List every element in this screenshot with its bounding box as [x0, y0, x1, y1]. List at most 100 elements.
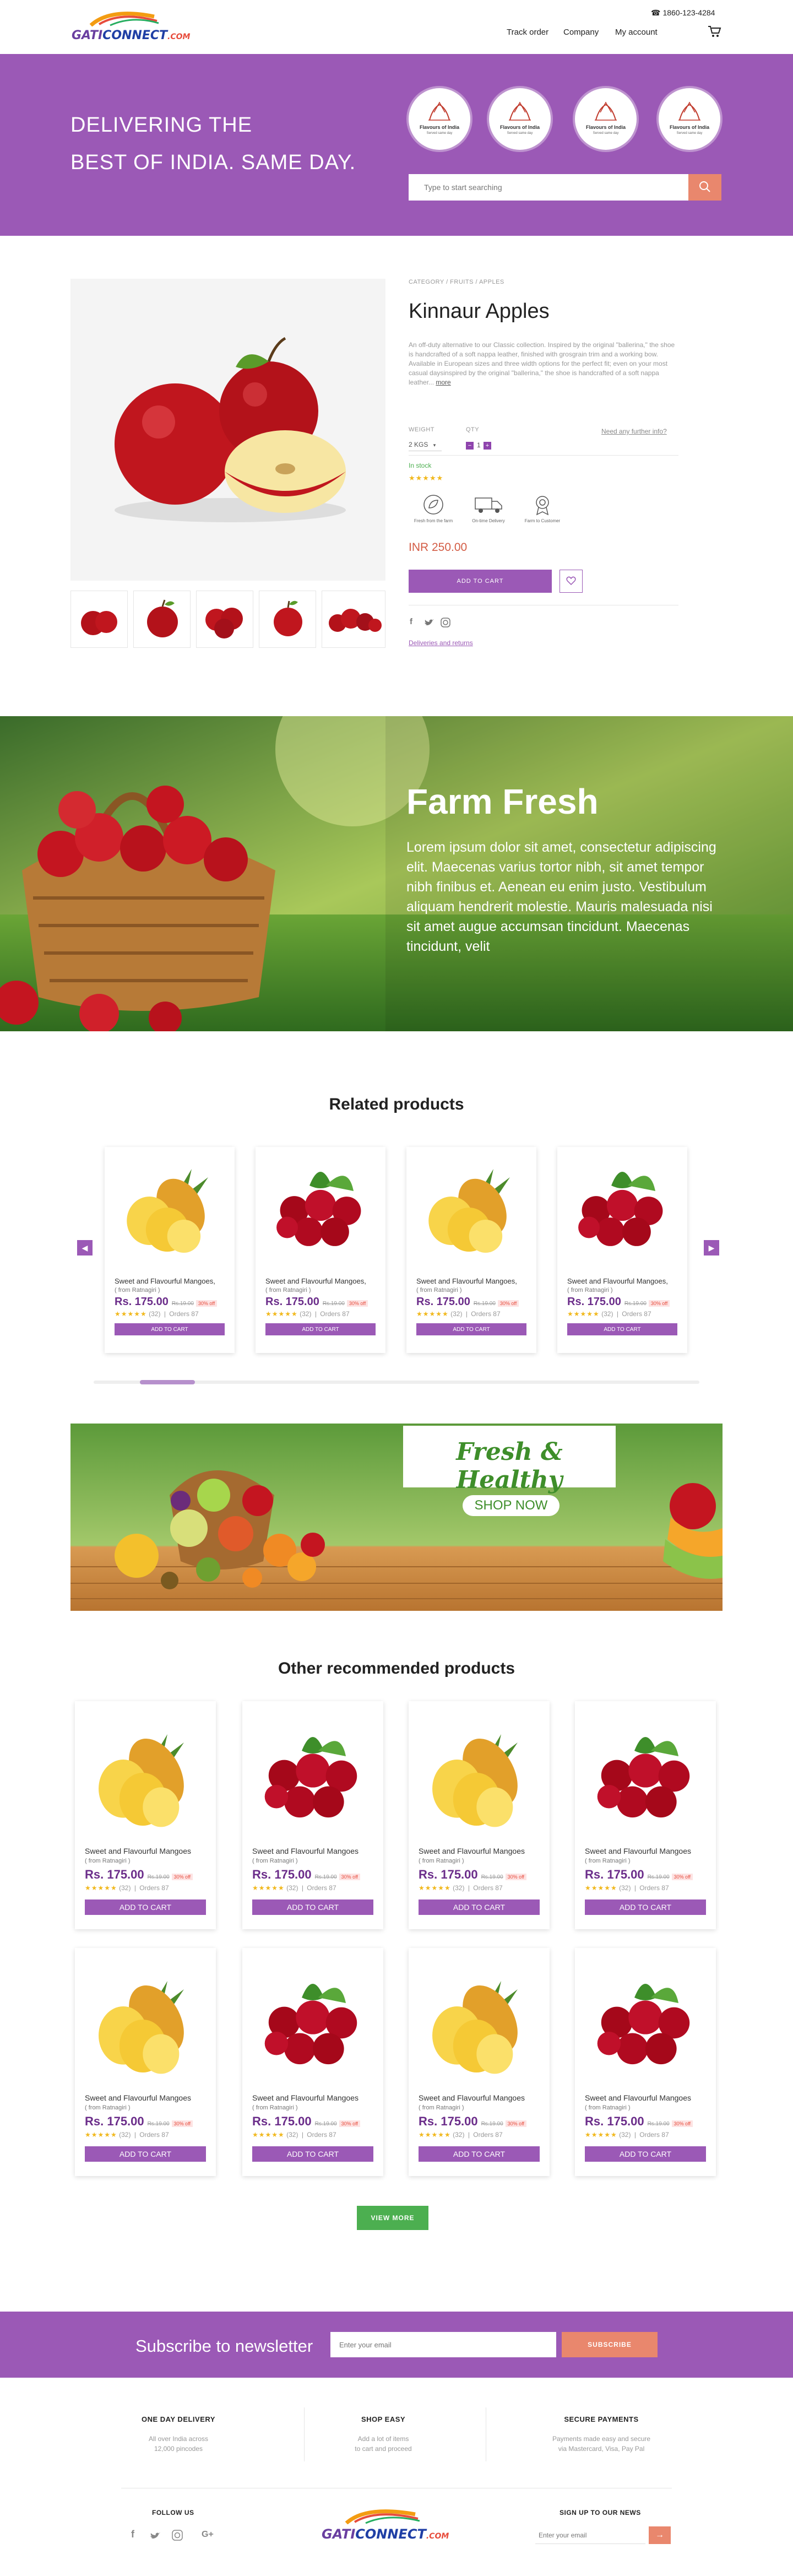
- product-card[interactable]: Sweet and Flavourful Mangoes ( from Ratna…: [75, 1948, 216, 2176]
- card-add-to-cart-button[interactable]: ADD TO CART: [567, 1323, 677, 1335]
- discount-badge: 30% off: [195, 1300, 218, 1307]
- product-card[interactable]: Sweet and Flavourful Mangoes ( from Ratna…: [575, 1948, 716, 2176]
- phone-number[interactable]: ☎ 1860-123-4284: [651, 8, 715, 18]
- product-card[interactable]: Sweet and Flavourful Mangoes ( from Ratna…: [575, 1701, 716, 1929]
- product-thumbnail-3[interactable]: [196, 591, 253, 648]
- product-thumbnail-4[interactable]: [259, 591, 316, 648]
- card-add-to-cart-button[interactable]: ADD TO CART: [85, 2146, 206, 2162]
- product-card-image[interactable]: [80, 1707, 210, 1842]
- thumbnail-apples: [329, 609, 382, 632]
- breadcrumb[interactable]: CATEGORY / FRUITS / APPLES: [409, 279, 504, 285]
- product-card[interactable]: Sweet and Flavourful Mangoes ( from Ratna…: [242, 1948, 383, 2176]
- footer-email-input[interactable]: [535, 2526, 645, 2544]
- nav-company[interactable]: Company: [563, 28, 599, 37]
- further-info-link[interactable]: Need any further info?: [601, 427, 667, 435]
- weight-select[interactable]: 2 KGS ▾: [409, 441, 442, 451]
- product-card-rating: ★★★★★ (32) | Orders 87: [85, 1884, 169, 1892]
- product-card-origin: ( from Ratnagiri ): [419, 2104, 464, 2111]
- product-card[interactable]: Sweet and Flavourful Mangoes ( from Ratna…: [75, 1701, 216, 1929]
- hero-line-2: BEST OF INDIA. SAME DAY.: [70, 151, 356, 174]
- nav-my-account[interactable]: My account: [615, 28, 658, 37]
- read-more-link[interactable]: more: [436, 378, 450, 386]
- card-add-to-cart-button[interactable]: ADD TO CART: [115, 1323, 225, 1335]
- qty-decrease-button[interactable]: −: [466, 442, 474, 450]
- instagram-icon[interactable]: [441, 618, 450, 627]
- footer-logo[interactable]: GATICONNECT.COM: [322, 2508, 449, 2542]
- twitter-icon[interactable]: [424, 618, 434, 627]
- deliveries-returns-link[interactable]: Deliveries and returns: [409, 639, 473, 647]
- cart-icon[interactable]: [707, 25, 721, 38]
- subscribe-button[interactable]: SUBSCRIBE: [562, 2332, 658, 2357]
- wishlist-button[interactable]: [560, 570, 583, 593]
- product-card[interactable]: Sweet and Flavourful Mangoes, ( from Ratn…: [406, 1147, 536, 1353]
- product-card[interactable]: Sweet and Flavourful Mangoes, ( from Ratn…: [105, 1147, 235, 1353]
- product-card[interactable]: Sweet and Flavourful Mangoes ( from Ratna…: [242, 1701, 383, 1929]
- instagram-icon[interactable]: [172, 2530, 183, 2541]
- facebook-icon[interactable]: f: [410, 617, 412, 626]
- card-add-to-cart-button[interactable]: ADD TO CART: [419, 2146, 540, 2162]
- product-card-image[interactable]: [414, 1953, 544, 2088]
- qty-value[interactable]: 1: [477, 441, 481, 449]
- footer-email-submit[interactable]: →: [649, 2526, 671, 2544]
- facebook-icon[interactable]: f: [131, 2529, 134, 2540]
- carousel-scrollbar-thumb[interactable]: [140, 1380, 195, 1384]
- hands-icon: [428, 101, 450, 121]
- review-count: (32): [619, 2131, 631, 2139]
- search-button[interactable]: [688, 174, 721, 201]
- product-card[interactable]: Sweet and Flavourful Mangoes, ( from Ratn…: [256, 1147, 385, 1353]
- product-main-image[interactable]: [70, 279, 385, 581]
- product-card[interactable]: Sweet and Flavourful Mangoes ( from Ratna…: [409, 1948, 550, 2176]
- flavour-badge-1[interactable]: Flavours of India Served same day: [409, 88, 470, 150]
- flavour-badge-4[interactable]: Flavours of India Served same day: [659, 88, 720, 150]
- product-thumbnail-5[interactable]: [322, 591, 385, 648]
- card-add-to-cart-button[interactable]: ADD TO CART: [252, 2146, 373, 2162]
- discount-badge: 30% off: [339, 1874, 361, 1880]
- newsletter-email-input[interactable]: [330, 2332, 556, 2357]
- product-card-image[interactable]: [580, 1953, 710, 2088]
- flavour-badge-3[interactable]: Flavours of India Served same day: [575, 88, 637, 150]
- nav-track-order[interactable]: Track order: [507, 28, 548, 37]
- card-add-to-cart-button[interactable]: ADD TO CART: [585, 2146, 706, 2162]
- carousel-next-arrow[interactable]: ▶: [704, 1240, 719, 1255]
- search-input[interactable]: [409, 174, 688, 201]
- farm-fresh-text: Lorem ipsum dolor sit amet, consectetur …: [406, 840, 716, 954]
- review-count: (32): [453, 1884, 465, 1892]
- shop-now-button[interactable]: SHOP NOW: [463, 1495, 560, 1516]
- card-add-to-cart-button[interactable]: ADD TO CART: [265, 1323, 376, 1335]
- site-logo[interactable]: GATICONNECT.COM: [72, 10, 190, 44]
- review-count: (32): [300, 1310, 312, 1318]
- review-count: (32): [149, 1310, 161, 1318]
- qty-increase-button[interactable]: +: [484, 442, 491, 450]
- card-add-to-cart-button[interactable]: ADD TO CART: [252, 1899, 373, 1915]
- view-more-button[interactable]: VIEW MORE: [357, 2206, 428, 2230]
- card-add-to-cart-button[interactable]: ADD TO CART: [419, 1899, 540, 1915]
- related-products-title: Related products: [329, 1095, 464, 1113]
- flavour-badge-2[interactable]: Flavours of India Served same day: [489, 88, 551, 150]
- newsletter-title: Subscribe to newsletter: [135, 2336, 313, 2356]
- weight-label: WEIGHT: [409, 426, 434, 433]
- product-card-image[interactable]: [412, 1152, 531, 1265]
- card-add-to-cart-button[interactable]: ADD TO CART: [585, 1899, 706, 1915]
- product-card-image[interactable]: [580, 1707, 710, 1842]
- product-card-image[interactable]: [261, 1152, 380, 1265]
- google-plus-icon[interactable]: G+: [202, 2530, 214, 2540]
- carousel-prev-arrow[interactable]: ◀: [77, 1240, 93, 1255]
- pineapple-image: [99, 1734, 184, 1827]
- product-thumbnail-2[interactable]: [133, 591, 191, 648]
- card-add-to-cart-button[interactable]: ADD TO CART: [85, 1899, 206, 1915]
- twitter-icon[interactable]: [150, 2531, 161, 2541]
- product-card[interactable]: Sweet and Flavourful Mangoes, ( from Ratn…: [557, 1147, 687, 1353]
- product-card-image[interactable]: [248, 1953, 378, 2088]
- product-card-image[interactable]: [248, 1707, 378, 1842]
- product-card-price-row: Rs. 175.00 Rs.19.00 30% off: [585, 2114, 693, 2129]
- product-card-image[interactable]: [80, 1953, 210, 2088]
- card-add-to-cart-button[interactable]: ADD TO CART: [416, 1323, 526, 1335]
- add-to-cart-button[interactable]: ADD TO CART: [409, 570, 552, 593]
- product-card-image[interactable]: [414, 1707, 544, 1842]
- product-card-image[interactable]: [563, 1152, 682, 1265]
- fresh-healthy-banner[interactable]: Fresh & Healthy SHOP NOW: [70, 1424, 723, 1611]
- product-card-image[interactable]: [110, 1152, 229, 1265]
- product-thumbnail-1[interactable]: [70, 591, 128, 648]
- product-card[interactable]: Sweet and Flavourful Mangoes ( from Ratna…: [409, 1701, 550, 1929]
- discount-badge: 30% off: [339, 2120, 361, 2127]
